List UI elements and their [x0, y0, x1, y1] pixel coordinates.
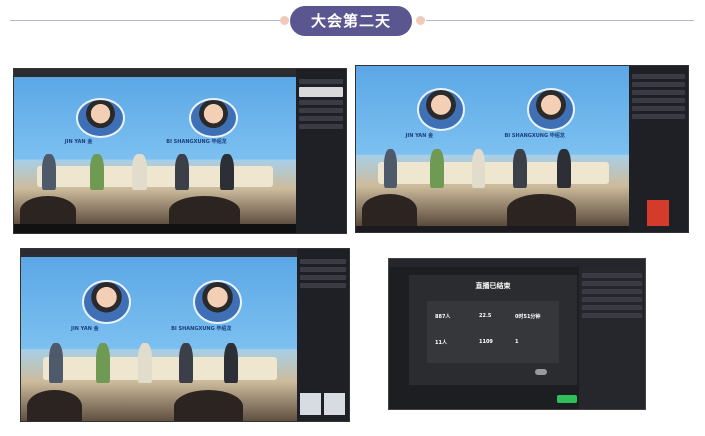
- speaker-portrait-left: [82, 280, 131, 325]
- panel-row: [582, 281, 642, 286]
- audience: [26, 389, 83, 421]
- panel-row: [582, 289, 642, 294]
- chat-message: [632, 106, 685, 111]
- chat-panel: [296, 69, 346, 233]
- panelist: [137, 343, 152, 384]
- chat-panel: [297, 249, 349, 421]
- chat-message: [632, 90, 685, 95]
- header-line-left: [10, 20, 280, 21]
- header-dot-left: [280, 16, 289, 25]
- panelist: [174, 154, 189, 191]
- chat-message: [299, 116, 343, 121]
- stat-value: 22.5: [479, 313, 492, 319]
- screenshot-bottom-left: JIN YAN 金 BI SHANGXUNG 毕绍龙: [20, 248, 350, 422]
- guest-thumbnail[interactable]: [324, 393, 345, 415]
- panelist: [219, 154, 234, 191]
- chat-message: [300, 259, 346, 264]
- stage-video[interactable]: JIN YAN 金 BI SHANGXUNG 毕绍龙: [356, 66, 631, 226]
- speaker-name-left: JIN YAN 金: [64, 139, 93, 146]
- panelist: [383, 149, 398, 188]
- screenshot-top-left: JIN YAN 金 BI SHANGXUNG 毕绍龙: [13, 68, 347, 234]
- panelist: [179, 343, 194, 384]
- speaker-name-right: BI SHANGXUNG 毕绍龙: [504, 132, 565, 139]
- panel-row: [582, 313, 642, 318]
- chat-message: [299, 79, 343, 84]
- stat-value: 1: [515, 339, 519, 345]
- header-line-right: [426, 20, 694, 21]
- stats-box: 887人 22.5 0时51分钟 11人 1109 1: [427, 301, 559, 363]
- chat-message: [299, 100, 343, 105]
- panelist: [42, 154, 57, 191]
- audience: [361, 194, 417, 226]
- stat-value: 1109: [479, 339, 493, 345]
- live-ended-title: 直播已结束: [475, 282, 511, 290]
- end-button[interactable]: [557, 395, 577, 403]
- chat-message: [299, 108, 343, 113]
- panelist: [556, 149, 571, 188]
- sofa: [378, 162, 609, 185]
- chat-message: [632, 74, 685, 79]
- chat-message: [632, 98, 685, 103]
- chat-panel: [629, 66, 688, 232]
- live-ended-panel: 直播已结束 887人 22.5 0时51分钟 11人 1109 1: [409, 275, 577, 385]
- chat-message: [300, 275, 346, 280]
- speaker-portrait-left: [416, 88, 465, 131]
- chat-message: [299, 124, 343, 129]
- chat-message: [300, 267, 346, 272]
- panelist: [132, 154, 147, 191]
- panelist: [48, 343, 63, 384]
- speaker-name-left: JIN YAN 金: [71, 326, 99, 333]
- stage-video[interactable]: JIN YAN 金 BI SHANGXUNG 毕绍龙: [14, 77, 296, 226]
- panelist: [90, 154, 105, 191]
- audience: [169, 196, 240, 226]
- stat-value: 0时51分钟: [515, 314, 541, 320]
- panelist: [512, 149, 527, 188]
- page-title: 大会第二天: [290, 6, 412, 36]
- player-controls[interactable]: [14, 224, 296, 233]
- speaker-name-left: JIN YAN 金: [405, 132, 434, 139]
- screenshot-top-right: JIN YAN 金 BI SHANGXUNG 毕绍龙: [355, 65, 689, 233]
- panel-row: [582, 297, 642, 302]
- screenshot-bottom-right: 直播已结束 887人 22.5 0时51分钟 11人 1109 1: [388, 258, 646, 410]
- chat-message: [632, 114, 685, 119]
- audience: [507, 194, 576, 226]
- toggle-switch[interactable]: [535, 369, 547, 375]
- speaker-portrait-left: [76, 97, 126, 138]
- chat-message: [632, 82, 685, 87]
- speaker-name-right: BI SHANGXUNG 毕绍龙: [171, 326, 232, 333]
- speaker-name-right: BI SHANGXUNG 毕绍龙: [166, 139, 227, 146]
- audience: [173, 389, 244, 421]
- sofa: [36, 166, 274, 188]
- header-dot-right: [416, 16, 425, 25]
- book-cover-thumbnail[interactable]: [647, 200, 669, 226]
- speaker-portrait-right: [193, 280, 242, 325]
- panel-row: [582, 273, 642, 278]
- speaker-portrait-right: [526, 88, 575, 131]
- chat-message-highlight: [299, 87, 343, 97]
- panelist: [96, 343, 110, 384]
- audience: [19, 196, 77, 226]
- guest-thumbnail[interactable]: [300, 393, 321, 415]
- panelist: [430, 149, 444, 188]
- stat-value: 887人: [435, 314, 451, 320]
- stat-value: 11人: [435, 340, 447, 346]
- sofa: [43, 356, 277, 380]
- panel-row: [582, 305, 642, 310]
- panelist: [223, 343, 238, 384]
- panelist: [471, 149, 486, 188]
- window-title-bar: [389, 259, 645, 267]
- chat-message: [300, 283, 346, 288]
- control-panel: [579, 267, 645, 409]
- stage-video[interactable]: JIN YAN 金 BI SHANGXUNG 毕绍龙: [21, 257, 299, 421]
- speaker-portrait-right: [188, 97, 238, 138]
